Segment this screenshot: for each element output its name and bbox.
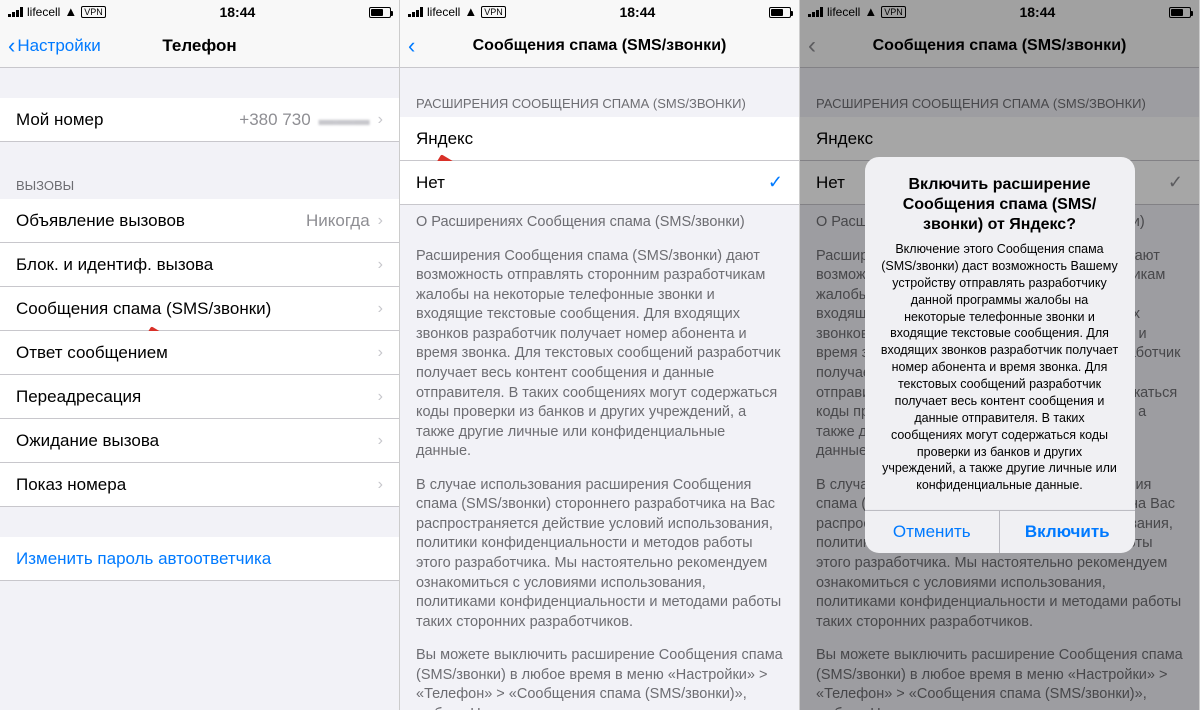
row-label: Изменить пароль автоответчика: [16, 549, 271, 569]
about-paragraph-1: Расширения Сообщения спама (SMS/звонки) …: [416, 247, 783, 462]
section-header-calls: ВЫЗОВЫ: [0, 172, 399, 199]
row-label: Объявление вызовов: [16, 211, 185, 231]
row-label: Нет: [416, 173, 445, 193]
status-bar: lifecell ▲ VPN 18:44: [400, 0, 799, 24]
screen-enable-alert: lifecell ▲ VPN 18:44 ‹ Сообщения спама (…: [800, 0, 1200, 710]
status-bar: lifecell ▲ VPN 18:44: [0, 0, 399, 24]
chevron-right-icon: ›: [378, 111, 383, 129]
section-header-extensions: РАСШИРЕНИЯ СООБЩЕНИЯ СПАМА (SMS/ЗВОНКИ): [400, 90, 799, 117]
chevron-right-icon: ›: [378, 300, 383, 318]
row-block-id[interactable]: Блок. и идентиф. вызова ›: [0, 243, 399, 287]
row-change-voicemail-pw[interactable]: Изменить пароль автоответчика: [0, 537, 399, 581]
row-label: Ответ сообщением: [16, 343, 168, 363]
page-title: Сообщения спама (SMS/звонки): [400, 37, 799, 55]
back-button[interactable]: ‹: [408, 35, 415, 57]
row-announce-calls[interactable]: Объявление вызовов Никогда ›: [0, 199, 399, 243]
row-reply-message[interactable]: Ответ сообщением ›: [0, 331, 399, 375]
row-forwarding[interactable]: Переадресация ›: [0, 375, 399, 419]
nav-bar: ‹ Настройки Телефон: [0, 24, 399, 68]
vpn-badge: VPN: [81, 6, 106, 18]
row-label: Блок. и идентиф. вызова: [16, 255, 213, 275]
row-call-waiting[interactable]: Ожидание вызова ›: [0, 419, 399, 463]
vpn-badge: VPN: [481, 6, 506, 18]
carrier-label: lifecell: [27, 5, 60, 19]
chevron-left-icon: ‹: [408, 35, 415, 57]
clock-label: 18:44: [219, 4, 255, 20]
screen-spam-extensions: lifecell ▲ VPN 18:44 ‹ Сообщения спама (…: [400, 0, 800, 710]
row-label: Переадресация: [16, 387, 141, 407]
back-button[interactable]: ‹ Настройки: [8, 35, 101, 57]
chevron-right-icon: ›: [378, 432, 383, 450]
enable-button[interactable]: Включить: [1000, 511, 1135, 553]
alert-title: Включить расширение Сообщения спама (SMS…: [881, 175, 1119, 235]
chevron-left-icon: ‹: [8, 35, 15, 57]
about-text: О Расширениях Сообщения спама (SMS/звонк…: [400, 205, 799, 710]
chevron-right-icon: ›: [378, 212, 383, 230]
confirm-alert: Включить расширение Сообщения спама (SMS…: [865, 157, 1135, 553]
about-paragraph-2: В случае использования расширения Сообще…: [416, 476, 783, 633]
nav-bar: ‹ Сообщения спама (SMS/звонки): [400, 24, 799, 68]
content-area: Мой номер +380 730 ▬▬▬ › ВЫЗОВЫ Объявлен…: [0, 68, 399, 710]
cancel-button[interactable]: Отменить: [865, 511, 1001, 553]
battery-icon: [369, 7, 391, 18]
chevron-right-icon: ›: [378, 476, 383, 494]
content-area: РАСШИРЕНИЯ СООБЩЕНИЯ СПАМА (SMS/ЗВОНКИ) …: [400, 68, 799, 710]
row-my-number[interactable]: Мой номер +380 730 ▬▬▬ ›: [0, 98, 399, 142]
row-label: Яндекс: [416, 129, 473, 149]
signal-icon: [408, 7, 423, 17]
row-label: Ожидание вызова: [16, 431, 159, 451]
chevron-right-icon: ›: [378, 388, 383, 406]
option-none[interactable]: Нет ✓: [400, 161, 799, 205]
chevron-right-icon: ›: [378, 344, 383, 362]
alert-message: Включение этого Сообщения спама (SMS/зво…: [881, 241, 1119, 494]
row-value: +380 730: [239, 110, 310, 130]
row-value: Никогда: [306, 211, 370, 231]
row-caller-id[interactable]: Показ номера ›: [0, 463, 399, 507]
redacted-value: ▬▬▬: [319, 110, 370, 130]
wifi-icon: ▲: [464, 7, 477, 17]
back-label: Настройки: [17, 36, 100, 56]
clock-label: 18:44: [619, 4, 655, 20]
row-label: Мой номер: [16, 110, 103, 130]
checkmark-icon: ✓: [768, 172, 783, 193]
chevron-right-icon: ›: [378, 256, 383, 274]
battery-icon: [769, 7, 791, 18]
row-spam-messages[interactable]: Сообщения спама (SMS/звонки) ›: [0, 287, 399, 331]
about-paragraph-3: Вы можете выключить расширение Сообщения…: [416, 646, 783, 710]
row-label: Показ номера: [16, 475, 126, 495]
row-label: Сообщения спама (SMS/звонки): [16, 299, 271, 319]
option-yandex[interactable]: Яндекс: [400, 117, 799, 161]
screen-phone-settings: lifecell ▲ VPN 18:44 ‹ Настройки Телефон…: [0, 0, 400, 710]
signal-icon: [8, 7, 23, 17]
about-header: О Расширениях Сообщения спама (SMS/звонк…: [416, 213, 783, 233]
carrier-label: lifecell: [427, 5, 460, 19]
wifi-icon: ▲: [64, 7, 77, 17]
